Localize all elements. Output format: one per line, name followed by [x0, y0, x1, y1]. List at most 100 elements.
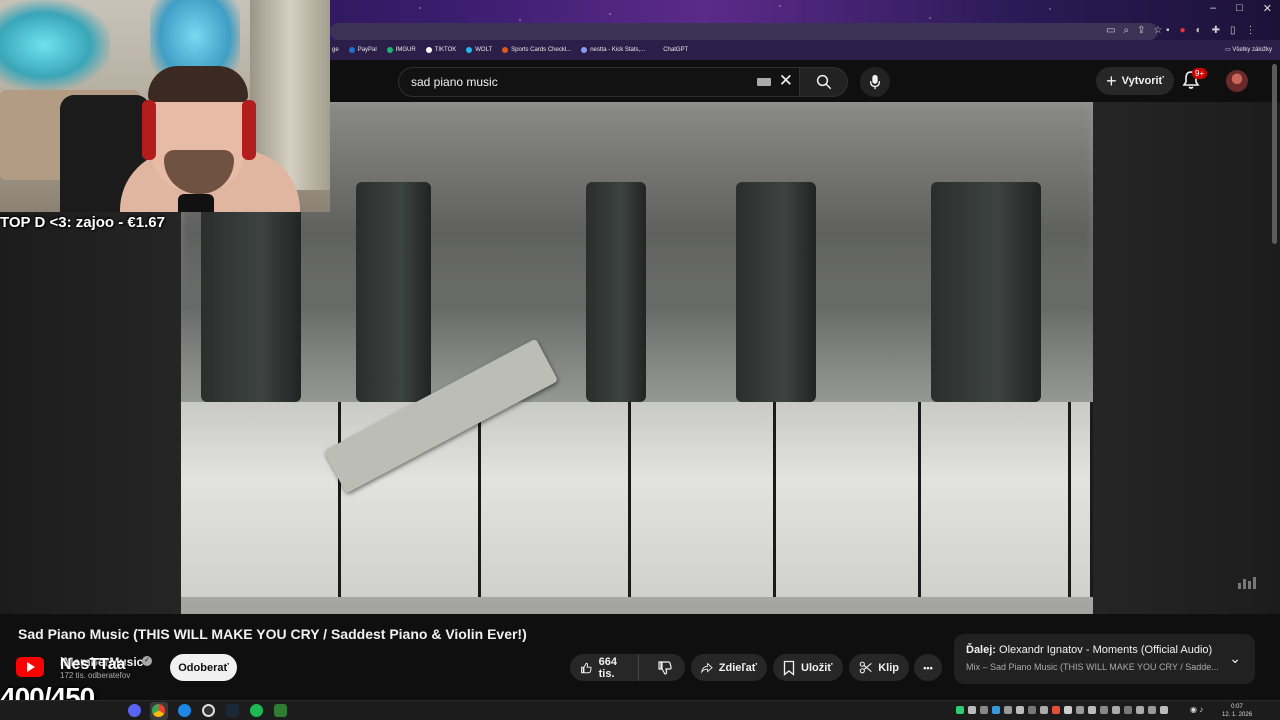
tray-icon[interactable]	[1160, 706, 1168, 714]
tray-icon[interactable]	[1112, 706, 1120, 714]
thumbs-down-icon	[658, 660, 672, 675]
thumbs-up-icon	[581, 662, 592, 673]
clip-button[interactable]: Klip	[849, 654, 909, 681]
zoom-icon[interactable]: ⌕	[1123, 25, 1129, 36]
bookmark-item[interactable]: Sports Cards Checkl...	[502, 47, 571, 53]
profile-icon[interactable]: ◐	[1196, 25, 1202, 36]
tray-icon[interactable]	[968, 706, 976, 714]
bookmark-star-icon[interactable]: ☆	[1153, 25, 1162, 36]
tray-icon[interactable]	[1136, 706, 1144, 714]
verified-icon: ✓	[142, 656, 152, 666]
bookmark-item[interactable]: PayPal	[348, 47, 377, 53]
minimize-button[interactable]: –	[1210, 2, 1216, 15]
taskbar-clock[interactable]: 0:07 12. 1. 2026	[1222, 703, 1252, 719]
tray-icon[interactable]	[1004, 706, 1012, 714]
notifications-button[interactable]: 9+	[1182, 68, 1208, 94]
system-tray	[956, 706, 1168, 714]
volume-network-icons[interactable]: ◉ ♪	[1190, 705, 1203, 714]
avatar[interactable]	[1226, 70, 1248, 92]
chevron-down-icon[interactable]: ⌄	[1229, 650, 1241, 667]
menu-dots-icon[interactable]: ⋮	[1246, 25, 1256, 36]
bookmark-item[interactable]: IMGUR	[386, 47, 416, 53]
bookmark-item[interactable]: ge	[332, 47, 339, 53]
share-page-icon[interactable]: ⇪	[1137, 25, 1145, 36]
tray-icon[interactable]	[1016, 706, 1024, 714]
streamer-name-overlay: NesTTaa	[60, 656, 126, 673]
next-up-subtitle: Mix – Sad Piano Music (THIS WILL MAKE YO…	[966, 662, 1219, 672]
bookmark-icon	[783, 660, 795, 676]
chrome-icon[interactable]	[152, 704, 165, 717]
keyboard-icon[interactable]	[757, 78, 771, 86]
next-up-card[interactable]: Ďalej: Olexandr Ignatov - Moments (Offic…	[954, 634, 1255, 684]
channel-info[interactable]: iMemberMusic ✓ 172 tis. odberateľov NesT…	[14, 650, 164, 686]
kick-stats-icon	[581, 47, 588, 53]
sidepanel-icon[interactable]: ▯	[1230, 25, 1236, 36]
maximize-button[interactable]: □	[1236, 2, 1243, 15]
wolt-icon	[466, 47, 473, 53]
tray-icon[interactable]	[956, 706, 964, 714]
notification-badge: 9+	[1192, 68, 1208, 79]
audio-bars-icon	[1238, 575, 1256, 589]
tray-icon[interactable]	[1052, 706, 1060, 714]
search-button[interactable]	[800, 67, 848, 97]
bookmark-item[interactable]: nestta - Kick Stats,...	[581, 47, 645, 53]
obs-icon[interactable]	[202, 704, 215, 717]
bookmark-item[interactable]: TIKTOK	[425, 47, 456, 53]
tray-icon[interactable]	[980, 706, 988, 714]
all-bookmarks-link[interactable]: ▭ Všetky záložky	[1225, 46, 1272, 53]
more-dots-icon: •••	[923, 662, 933, 673]
taskbar: ◉ ♪ 0:07 12. 1. 2026	[0, 700, 1280, 720]
webcam-overlay	[0, 0, 330, 212]
tray-icon[interactable]	[1076, 706, 1084, 714]
steam-icon[interactable]	[226, 704, 239, 717]
address-bar-icons: ▭ ⌕ ⇪ ☆	[1106, 25, 1162, 36]
extension-icon[interactable]: ▪	[1166, 25, 1170, 36]
video-title: Sad Piano Music (THIS WILL MAKE YOU CRY …	[18, 626, 527, 642]
discord-icon[interactable]	[128, 704, 141, 717]
bookmark-item[interactable]: WOLT	[466, 47, 492, 53]
search-icon	[816, 74, 831, 90]
tray-icon[interactable]	[1088, 706, 1096, 714]
search-box[interactable]: sad piano music ✕	[398, 67, 800, 97]
extensions-toolbar: ▪ ● ◐ ✚ ▯ ⋮	[1166, 25, 1256, 36]
youtube-logo-icon	[16, 657, 44, 677]
paypal-icon	[348, 47, 355, 53]
scissors-icon	[859, 661, 872, 674]
bookmarks-bar: ge PayPal IMGUR TIKTOK WOLT Sports Cards…	[330, 40, 1280, 60]
plus-icon: +	[1106, 71, 1117, 91]
address-bar[interactable]	[330, 23, 1158, 40]
next-up-title: Ďalej: Olexandr Ignatov - Moments (Offic…	[966, 644, 1213, 656]
share-icon	[701, 662, 713, 674]
search-input[interactable]: sad piano music	[411, 75, 498, 89]
imgur-icon	[386, 47, 393, 53]
save-button[interactable]: Uložiť	[773, 654, 843, 681]
cast-icon[interactable]: ▭	[1106, 25, 1115, 36]
subscribe-button[interactable]: Odoberať	[170, 654, 237, 681]
tray-icon[interactable]	[1124, 706, 1132, 714]
tray-icon[interactable]	[1028, 706, 1036, 714]
dislike-button[interactable]	[645, 654, 685, 681]
clear-search-icon[interactable]: ✕	[779, 71, 793, 91]
spotify-icon[interactable]	[250, 704, 263, 717]
more-actions-button[interactable]: •••	[914, 654, 942, 681]
share-button[interactable]: Zdieľať	[691, 654, 767, 681]
youtube-header: sad piano music ✕ + Vytvoriť 9+	[330, 60, 1280, 102]
edge-icon[interactable]	[178, 704, 191, 717]
close-window-button[interactable]: ✕	[1263, 2, 1272, 15]
window-controls: – □ ✕	[1210, 2, 1272, 15]
adblock-icon[interactable]: ●	[1180, 25, 1186, 36]
microphone-icon	[869, 74, 881, 90]
voice-search-button[interactable]	[860, 67, 890, 97]
tray-icon[interactable]	[1100, 706, 1108, 714]
puzzle-icon[interactable]: ✚	[1212, 25, 1220, 36]
tray-icon[interactable]	[1064, 706, 1072, 714]
tiktok-icon	[425, 47, 432, 53]
tray-icon[interactable]	[1148, 706, 1156, 714]
tray-icon[interactable]	[992, 706, 1000, 714]
page-scrollbar[interactable]	[1272, 64, 1277, 244]
app-icon[interactable]	[274, 704, 287, 717]
like-button[interactable]: 664 tis.	[570, 654, 639, 681]
create-button[interactable]: + Vytvoriť	[1096, 67, 1174, 95]
tray-icon[interactable]	[1040, 706, 1048, 714]
bookmark-item[interactable]: ChatGPT	[663, 47, 688, 53]
